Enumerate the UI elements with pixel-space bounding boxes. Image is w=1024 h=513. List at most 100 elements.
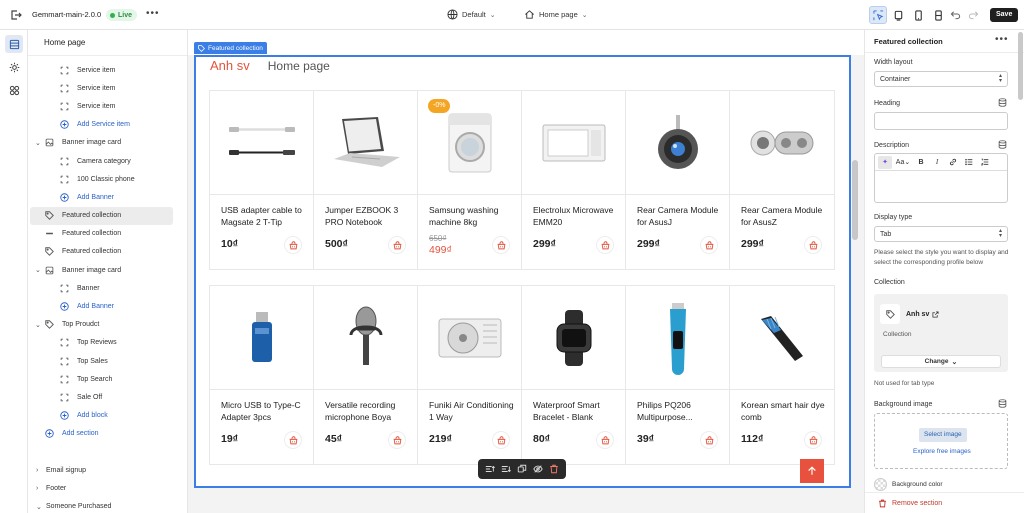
product-image[interactable] (626, 286, 730, 390)
tree-add-item[interactable]: Add block (28, 407, 178, 425)
heading-input[interactable] (874, 112, 1008, 130)
exit-icon[interactable] (10, 9, 22, 21)
product-name[interactable]: Rear Camera Module for AsusJ (637, 205, 725, 228)
add-to-cart-button[interactable] (388, 431, 406, 449)
hide-icon[interactable] (533, 464, 543, 474)
product-image[interactable] (314, 286, 418, 390)
tree-item[interactable]: ⌄ Banner image card (28, 261, 178, 279)
mobile-icon[interactable] (929, 6, 947, 24)
tree-item[interactable]: › Footer (28, 479, 178, 497)
tree-item[interactable]: 100 Classic phone (28, 170, 178, 188)
product-name[interactable]: Electrolux Microwave EMM20 (533, 205, 621, 228)
product-card[interactable]: Jumper EZBOOK 3 PRO Notebook 500₫ (314, 91, 418, 269)
tree-item[interactable]: Camera category (28, 152, 178, 170)
tree-add-item[interactable]: Add Banner (28, 188, 178, 206)
numbered-list-icon[interactable] (978, 156, 992, 169)
move-down-icon[interactable] (501, 464, 511, 474)
desktop-icon[interactable] (889, 6, 907, 24)
inspect-icon[interactable] (869, 6, 887, 24)
add-to-cart-button[interactable] (492, 236, 510, 254)
dynamic-source-icon[interactable] (998, 98, 1007, 107)
change-collection-button[interactable]: Change ⌄ (881, 355, 1001, 368)
selection-tag[interactable]: Featured collection (194, 42, 267, 54)
product-card[interactable]: Funiki Air Conditioning 1 Way 219₫ (418, 286, 522, 464)
product-name[interactable]: USB adapter cable to Magsate 2 T-Tip (221, 205, 309, 228)
panel-scrollbar[interactable] (1018, 32, 1023, 100)
tree-add-item[interactable]: Add section (28, 425, 178, 443)
bullet-list-icon[interactable] (962, 156, 976, 169)
product-name[interactable]: Waterproof Smart Bracelet - Blank (533, 400, 621, 423)
tree-item[interactable]: ⌄ Top Proudct (28, 316, 178, 334)
featured-collection-section[interactable]: Anh sv Home page USB adapter cable to Ma… (194, 55, 851, 488)
page-select[interactable]: Home page ⌄ (524, 9, 588, 20)
tree-item[interactable]: ⌄ Someone Purchased (28, 498, 178, 513)
tree-item[interactable]: Service item (28, 79, 178, 97)
sections-icon[interactable] (5, 35, 23, 53)
product-image[interactable] (522, 286, 626, 390)
more-options-icon[interactable]: ••• (146, 8, 160, 19)
link-icon[interactable] (946, 156, 960, 169)
product-card[interactable]: Philips PQ206 Multipurpose... 39₫ (626, 286, 730, 464)
product-name[interactable]: Micro USB to Type-C Adapter 3pcs (221, 400, 309, 423)
product-name[interactable]: Funiki Air Conditioning 1 Way (429, 400, 517, 423)
collection-name[interactable]: Anh sv (906, 311, 939, 318)
product-name[interactable]: Versatile recording microphone Boya (325, 400, 413, 423)
product-name[interactable]: Korean smart hair dye comb (741, 400, 829, 423)
background-image-dropzone[interactable]: Select image Explore free images (874, 413, 1008, 469)
tab-home-page[interactable]: Home page (268, 59, 330, 73)
tree-item[interactable]: ⌄ Banner image card (28, 134, 178, 152)
chevron-down-icon[interactable]: ⌄ (36, 503, 46, 511)
add-to-cart-button[interactable] (596, 236, 614, 254)
tree-item[interactable]: Top Search (28, 370, 178, 388)
chevron-right-icon[interactable]: › (36, 467, 46, 474)
product-image[interactable] (314, 91, 418, 195)
tree-item[interactable]: Sale Off (28, 388, 178, 406)
explore-free-images-link[interactable]: Explore free images (913, 448, 971, 455)
add-to-cart-button[interactable] (804, 431, 822, 449)
tree-item[interactable]: Top Sales (28, 352, 178, 370)
add-to-cart-button[interactable] (388, 236, 406, 254)
color-swatch[interactable] (874, 478, 887, 491)
dynamic-source-icon[interactable] (998, 399, 1007, 408)
tree-item[interactable]: Top Reviews (28, 334, 178, 352)
tree-item[interactable]: Service item (28, 97, 178, 115)
tab-anh-sv[interactable]: Anh sv (210, 58, 250, 73)
product-name[interactable]: Rear Camera Module for AsusZ (741, 205, 829, 228)
product-image[interactable] (210, 286, 314, 390)
tree-item[interactable]: Featured collection (28, 225, 178, 243)
product-image[interactable] (210, 91, 314, 195)
duplicate-icon[interactable] (517, 464, 527, 474)
product-image[interactable] (626, 91, 730, 195)
undo-icon[interactable] (950, 9, 961, 20)
display-type-select[interactable]: Tab ▴ ▾ (874, 226, 1008, 242)
product-card[interactable]: Rear Camera Module for AsusJ 299₫ (626, 91, 730, 269)
tree-add-item[interactable]: Add Service item (28, 116, 178, 134)
add-to-cart-button[interactable] (700, 431, 718, 449)
tablet-icon[interactable] (909, 6, 927, 24)
tree-item[interactable]: › Email signup (28, 461, 178, 479)
product-card[interactable]: -0% Samsung washing machine 8kg 650₫ 499₫ (418, 91, 522, 269)
bold-icon[interactable]: B (914, 156, 928, 169)
redo-icon[interactable] (968, 9, 979, 20)
product-name[interactable]: Philips PQ206 Multipurpose... (637, 400, 725, 423)
move-up-icon[interactable] (485, 464, 495, 474)
chevron-down-icon[interactable]: ⌄ (35, 266, 45, 274)
settings-gear-icon[interactable] (5, 58, 23, 76)
tree-item[interactable]: Service item (28, 61, 178, 79)
product-card[interactable]: Electrolux Microwave EMM20 299₫ (522, 91, 626, 269)
product-image[interactable] (730, 91, 834, 195)
apps-icon[interactable] (5, 81, 23, 99)
product-image[interactable] (730, 286, 834, 390)
add-to-cart-button[interactable] (700, 236, 718, 254)
product-card[interactable]: Waterproof Smart Bracelet - Blank 80₫ (522, 286, 626, 464)
scroll-to-top-button[interactable] (800, 459, 824, 483)
dynamic-source-icon[interactable] (998, 140, 1007, 149)
add-to-cart-button[interactable] (284, 431, 302, 449)
ai-sparkle-icon[interactable]: ✦ (878, 155, 892, 169)
select-image-button[interactable]: Select image (919, 428, 967, 442)
remove-section-button[interactable]: Remove section (865, 492, 1024, 513)
panel-more-icon[interactable]: ••• (995, 34, 1009, 45)
product-image[interactable] (522, 91, 626, 195)
product-name[interactable]: Jumper EZBOOK 3 PRO Notebook (325, 205, 413, 228)
theme-select[interactable]: Default ⌄ (447, 9, 496, 20)
